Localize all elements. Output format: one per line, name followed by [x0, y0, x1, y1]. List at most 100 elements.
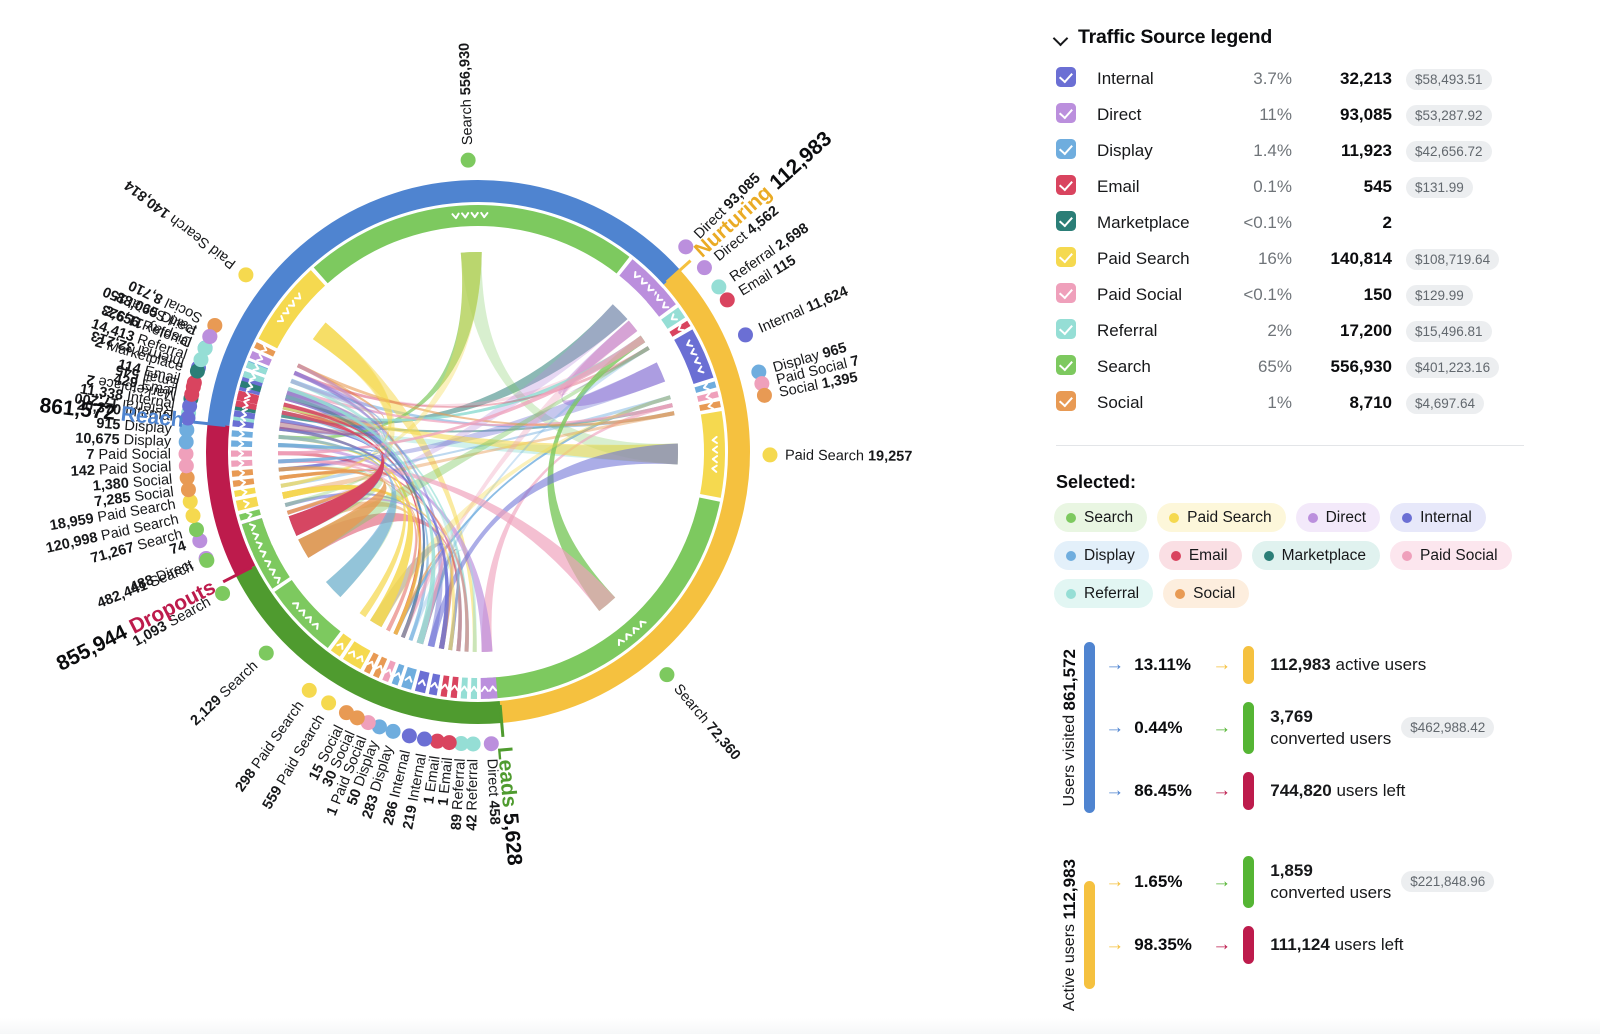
chord-label-dot	[762, 447, 778, 463]
funnel-text: 744,820 users left	[1270, 780, 1406, 800]
chord-label-dot	[301, 682, 317, 698]
legend-checkbox[interactable]	[1056, 169, 1086, 205]
selected-chip[interactable]: Email	[1158, 541, 1242, 570]
legend-row[interactable]: Referral 2% 17,200 $15,496.81	[1056, 313, 1528, 349]
funnel-text: 112,983 active users	[1270, 654, 1427, 674]
arrow-left-icon: →	[1105, 717, 1125, 738]
funnel-target-bar	[1243, 645, 1255, 684]
chord-label-dot	[659, 667, 675, 683]
arrow-left-icon: →	[1105, 871, 1125, 892]
chip-color-dot	[1066, 512, 1076, 523]
chip-label: Marketplace	[1281, 546, 1367, 564]
funnel-rows: → 1.65% → 1,859 converted users $221,848.96 → 9…	[1105, 855, 1495, 967]
legend-percent: 1.4%	[1253, 141, 1292, 160]
funnel-axis-label: Users visited 861,572	[1060, 648, 1079, 807]
legend-percent: 2%	[1267, 321, 1292, 340]
legend-row[interactable]: Internal 3.7% 32,213 $58,493.51	[1056, 61, 1528, 97]
funnel-revenue-pill: $221,848.96	[1401, 871, 1495, 892]
legend-row[interactable]: Marketplace <0.1% 2	[1056, 205, 1528, 241]
legend-revenue-pill: $129.99	[1406, 284, 1473, 306]
funnel-block: Users visited 861,572 → 13.11% → 112,983 act…	[1054, 642, 1560, 813]
legend-checkbox[interactable]	[1056, 277, 1086, 313]
svg-text:Search 556,930: Search 556,930	[457, 43, 476, 146]
chord-label-dot	[202, 329, 218, 345]
chord-label-dot	[417, 731, 433, 747]
chevron-down-icon[interactable]	[1054, 31, 1068, 45]
legend-row[interactable]: Paid Social <0.1% 150 $129.99	[1056, 277, 1528, 313]
selected-chip[interactable]: Internal	[1390, 503, 1486, 532]
legend-checkbox[interactable]	[1056, 61, 1086, 97]
legend-row[interactable]: Display 1.4% 11,923 $42,656.72	[1056, 133, 1528, 169]
arrow-right-icon: →	[1212, 780, 1232, 801]
selected-chip[interactable]: Paid Social	[1390, 541, 1512, 570]
funnel-row: → 1.65% → 1,859 converted users $221,848.96	[1105, 855, 1495, 908]
funnel-target-bar	[1243, 771, 1255, 810]
legend-value: 11,923	[1340, 141, 1392, 160]
chord-diagram-svg[interactable]: Referral 17,200Marketplace 2 Email 545Int…	[0, 0, 1046, 1034]
chip-color-dot	[1307, 512, 1318, 523]
funnel-target-bar	[1243, 701, 1255, 754]
funnel-row: → 98.35% → 111,124 users left	[1105, 922, 1494, 967]
legend-value: 17,200	[1340, 321, 1392, 340]
legend-revenue-cell: $131.99	[1392, 169, 1528, 205]
chord-diagram[interactable]: Referral 17,200 Marketplace 2 Email 545 Int…	[0, 0, 1046, 1034]
selected-chip[interactable]: Direct	[1295, 503, 1381, 532]
chord-label: Paid Search 19,257	[785, 448, 913, 465]
funnel-rows: → 13.11% → 112,983 active users → 0.44% → 3,769…	[1105, 642, 1495, 813]
side-panel: Traffic Source legend Internal 3.7% 32,213…	[1046, 0, 1600, 1034]
legend-checkbox[interactable]	[1056, 385, 1086, 421]
selected-chip[interactable]: Referral	[1054, 579, 1154, 608]
legend-row[interactable]: Email 0.1% 545 $131.99	[1056, 169, 1528, 205]
chord-label: Search 556,930	[457, 43, 476, 146]
legend-checkbox[interactable]	[1056, 313, 1086, 349]
funnel-target-bar	[1243, 855, 1255, 908]
chord-segment[interactable]	[700, 410, 726, 498]
legend-row[interactable]: Search 65% 556,930 $401,223.16	[1056, 349, 1528, 385]
chord-label-dot	[238, 267, 254, 283]
chip-color-dot	[1170, 550, 1181, 561]
arrow-right-icon: →	[1212, 871, 1232, 892]
legend-row[interactable]: Social 1% 8,710 $4,697.64	[1056, 385, 1528, 421]
legend-value: 93,085	[1340, 105, 1392, 124]
funnel-stats: Users visited 861,572 → 13.11% → 112,983 act…	[1054, 642, 1560, 1011]
legend-checkbox[interactable]	[1056, 97, 1086, 133]
chord-label-dot	[321, 695, 337, 711]
chord-label-dot	[385, 723, 401, 739]
svg-text:Paid Search 19,257: Paid Search 19,257	[785, 448, 913, 465]
selected-chip[interactable]: Search	[1054, 503, 1148, 532]
chord-label: 2,129 Search	[188, 658, 262, 729]
legend-checkbox[interactable]	[1056, 205, 1086, 241]
selected-chip[interactable]: Marketplace	[1251, 541, 1381, 570]
legend-source-name: Paid Social	[1097, 285, 1183, 304]
traffic-source-legend-header[interactable]: Traffic Source legend	[1054, 26, 1560, 49]
legend-value: 2	[1382, 213, 1392, 232]
selected-chip[interactable]: Social	[1163, 579, 1250, 608]
chord-label-dot	[756, 387, 772, 403]
selected-chip[interactable]: Paid Search	[1157, 503, 1286, 532]
legend-percent: <0.1%	[1243, 213, 1292, 232]
funnel-source-bar	[1084, 642, 1096, 813]
chord-group-arc[interactable]	[235, 565, 502, 724]
funnel-text: 3,769 converted users $462,988.42	[1270, 706, 1495, 750]
legend-source-name: Marketplace	[1097, 213, 1190, 232]
legend-checkbox[interactable]	[1056, 241, 1086, 277]
chip-color-dot	[1402, 550, 1413, 561]
funnel-target-bar	[1243, 925, 1255, 964]
svg-text:Internal 11,624: Internal 11,624	[756, 284, 850, 337]
chord-label-dot	[338, 705, 354, 721]
legend-revenue-pill: $4,697.64	[1406, 392, 1485, 414]
legend-revenue-cell	[1392, 205, 1528, 241]
legend-checkbox[interactable]	[1056, 349, 1086, 385]
chord-group-label: Nurturing 112,983	[690, 127, 836, 262]
arrow-right-icon: →	[1212, 934, 1232, 955]
arrow-right-icon: →	[1212, 717, 1232, 738]
funnel-text: 1,859 converted users $221,848.96	[1270, 860, 1495, 904]
legend-value: 556,930	[1330, 357, 1392, 376]
legend-percent: 0.1%	[1253, 177, 1292, 196]
chord-label-dot	[711, 279, 727, 295]
selected-chip[interactable]: Display	[1054, 541, 1149, 570]
legend-row[interactable]: Paid Search 16% 140,814 $108,719.64	[1056, 241, 1528, 277]
legend-checkbox[interactable]	[1056, 133, 1086, 169]
legend-value: 140,814	[1330, 249, 1392, 268]
legend-row[interactable]: Direct 11% 93,085 $53,287.92	[1056, 97, 1528, 133]
